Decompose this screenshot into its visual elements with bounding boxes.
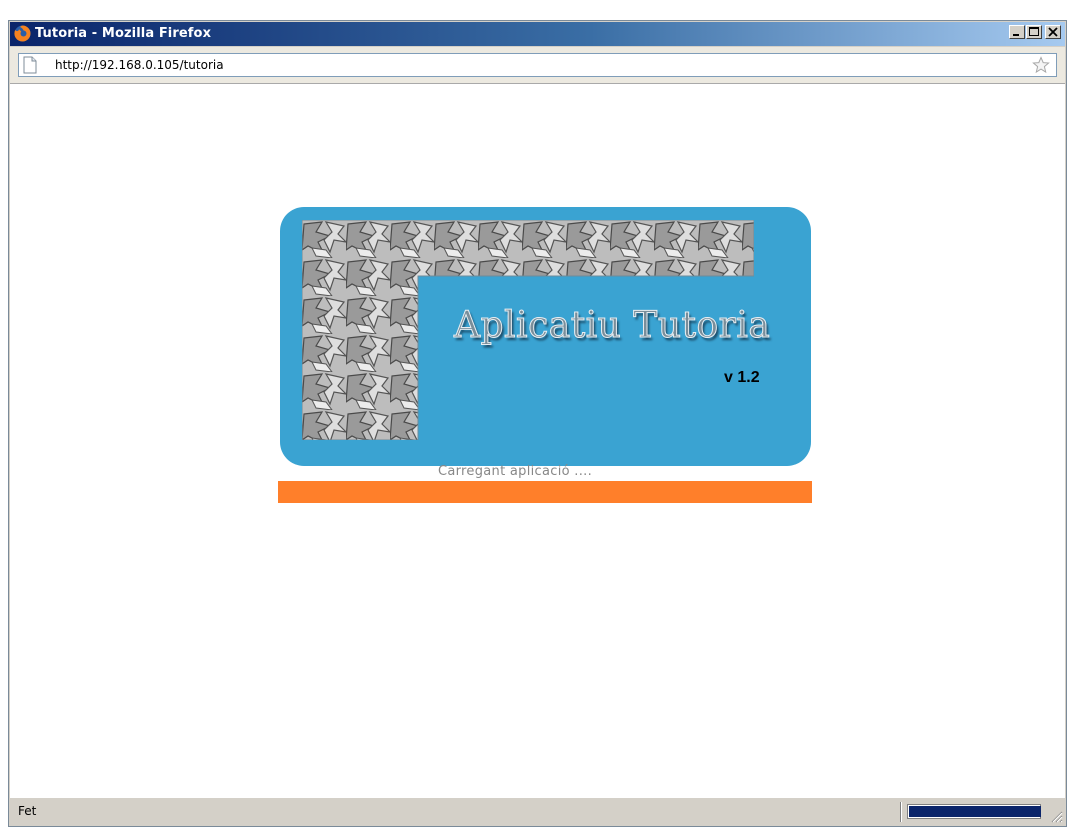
version-label: v 1.2 [724,369,760,386]
url-field[interactable]: http://192.168.0.105/tutoria [18,53,1057,77]
splash-banner: Aplicatiu Tutoria v 1.2 [280,207,811,466]
maximize-icon [1029,27,1039,36]
close-button[interactable] [1045,25,1061,39]
minimize-icon [1013,34,1019,36]
status-divider [900,802,901,822]
status-progress-meter [907,804,1041,819]
star-icon[interactable] [1032,56,1050,74]
title-bar[interactable]: Tutoria - Mozilla Firefox [10,22,1065,46]
status-bar: Fet [10,797,1065,825]
resize-grip-icon[interactable] [1049,809,1063,823]
close-icon [1048,27,1058,37]
page-content: Aplicatiu Tutoria v 1.2 Carregant aplica… [10,84,1065,797]
loading-progress-bar [278,481,812,503]
browser-window: Tutoria - Mozilla Firefox http://192.168… [8,20,1067,827]
status-progress-fill [909,806,1041,817]
status-text: Fet [18,804,37,818]
page-icon [23,56,37,74]
minimize-button[interactable] [1009,25,1025,39]
url-text: http://192.168.0.105/tutoria [55,58,224,72]
loading-message: Carregant aplicació .... [438,464,593,479]
maximize-button[interactable] [1026,25,1042,39]
address-bar: http://192.168.0.105/tutoria [10,47,1065,84]
window-title: Tutoria - Mozilla Firefox [35,26,212,41]
firefox-logo-icon [14,25,31,42]
app-title: Aplicatiu Tutoria [453,305,771,347]
